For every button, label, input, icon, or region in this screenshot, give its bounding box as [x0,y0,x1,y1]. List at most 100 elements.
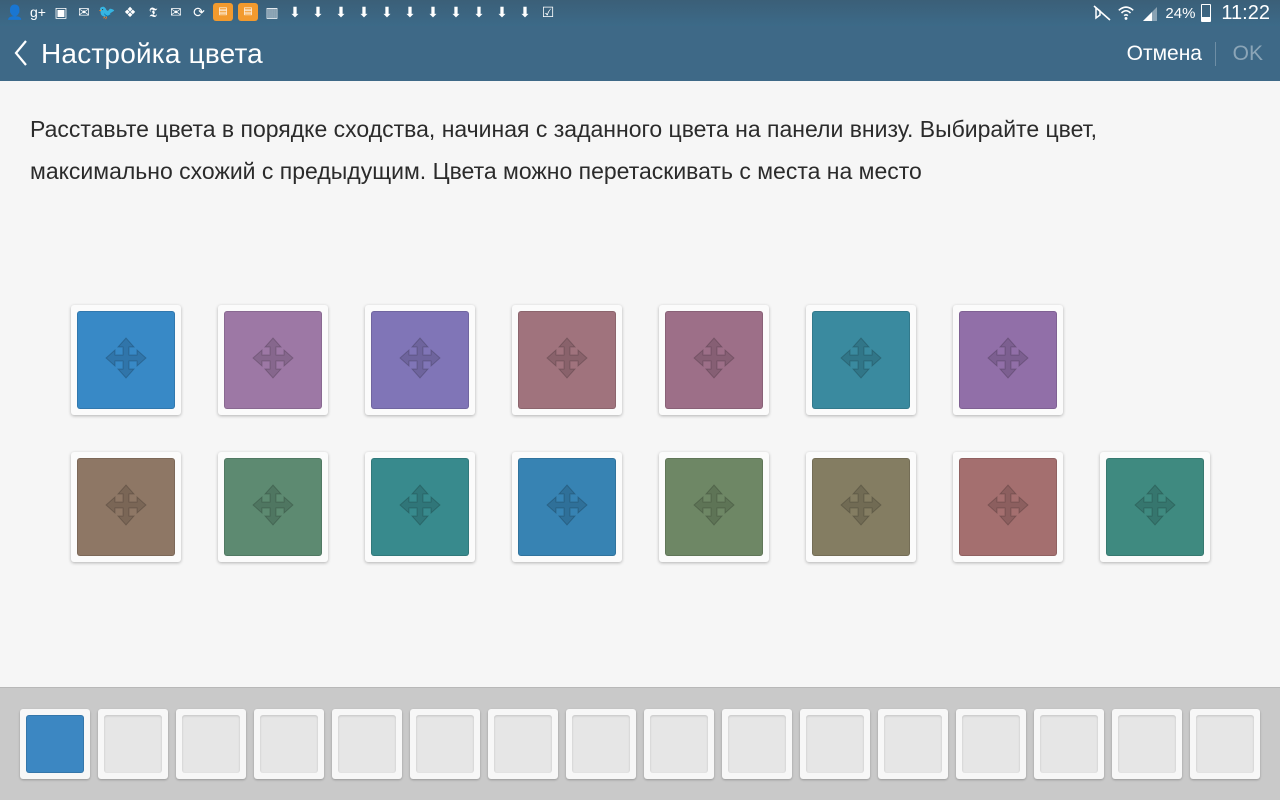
cancel-button[interactable]: Отмена [1127,26,1202,81]
action-divider [1215,42,1216,66]
page-title: Настройка цвета [41,38,263,69]
color-tile[interactable] [512,452,622,562]
download-icon: ⬇ [427,4,439,20]
color-swatch [77,311,175,409]
download-icon: ⬇ [496,4,508,20]
color-tile[interactable] [1100,452,1210,562]
answer-slot-empty[interactable] [956,709,1026,779]
google-plus-icon: g+ [30,4,46,20]
move-icon [545,483,589,532]
answer-slot-empty[interactable] [644,709,714,779]
answer-slot-empty[interactable] [800,709,870,779]
slot-swatch [1040,715,1098,773]
sim-card-icon: ▥ [265,4,279,20]
color-tile[interactable] [365,305,475,415]
slot-swatch [494,715,552,773]
slot-swatch [338,715,396,773]
move-icon [398,483,442,532]
sync-icon: ⟳ [193,4,205,20]
notification-icons: 👤 g+ ▣ ✉ 🐦 ❖ 𝕿 ✉ ⟳ ▤ ▤ ▥ ⬇ ⬇ ⬇ ⬇ ⬇ ⬇ ⬇ ⬇ ⬇ ⬇ ⬇ ☑ [6,3,557,21]
app-tile-icon: ▤ [213,3,233,21]
color-swatch [959,311,1057,409]
slot-swatch [728,715,786,773]
slot-swatch [1196,715,1254,773]
color-swatch [371,458,469,556]
answer-slot-empty[interactable] [1112,709,1182,779]
move-icon [839,483,883,532]
download-icon: ⬇ [450,4,462,20]
download-icon: ⬇ [404,4,416,20]
answer-slot-empty[interactable] [488,709,558,779]
answer-slot-empty[interactable] [722,709,792,779]
status-bar: 👤 g+ ▣ ✉ 🐦 ❖ 𝕿 ✉ ⟳ ▤ ▤ ▥ ⬇ ⬇ ⬇ ⬇ ⬇ ⬇ ⬇ ⬇ ⬇ ⬇ ⬇ ☑ 24% 11:22 [0,0,1280,26]
download-icon: ⬇ [519,4,531,20]
instruction-text: Расставьте цвета в порядке сходства, нач… [30,116,1098,184]
answer-slot-empty[interactable] [332,709,402,779]
download-icon: ⬇ [289,4,301,20]
answer-slot-empty[interactable] [1034,709,1104,779]
dropbox-icon: ❖ [123,4,137,20]
slot-swatch [884,715,942,773]
answer-slot-empty[interactable] [410,709,480,779]
wifi-icon [1117,4,1135,22]
slot-swatch [416,715,474,773]
color-arrangement-screen: 👤 g+ ▣ ✉ 🐦 ❖ 𝕿 ✉ ⟳ ▤ ▤ ▥ ⬇ ⬇ ⬇ ⬇ ⬇ ⬇ ⬇ ⬇ ⬇ ⬇ ⬇ ☑ 24% 11:22 Наст… [0,0,1280,800]
color-tile[interactable] [71,452,181,562]
slot-swatch [806,715,864,773]
battery-percent: 24% [1165,4,1196,22]
slot-swatch [572,715,630,773]
answer-slot-empty[interactable] [176,709,246,779]
move-icon [104,336,148,385]
color-tile[interactable] [218,452,328,562]
answer-slot-empty[interactable] [1190,709,1260,779]
move-icon [104,483,148,532]
color-swatch [959,458,1057,556]
slot-swatch [1118,715,1176,773]
color-tile[interactable] [806,452,916,562]
back-button[interactable] [6,35,36,71]
answer-slot-empty[interactable] [98,709,168,779]
color-swatch [665,311,763,409]
color-tile[interactable] [71,305,181,415]
answer-slot-empty[interactable] [566,709,636,779]
answer-slot-empty[interactable] [254,709,324,779]
nytimes-icon: 𝕿 [148,4,158,20]
color-swatch [224,458,322,556]
color-swatch [224,311,322,409]
color-tile[interactable] [218,305,328,415]
clock: 11:22 [1221,1,1270,24]
color-swatch [371,311,469,409]
download-icon: ⬇ [358,4,370,20]
move-icon [986,483,1030,532]
chevron-left-icon [14,40,27,66]
app-tile-icon: ▤ [238,3,258,21]
color-tile[interactable] [512,305,622,415]
move-icon [251,336,295,385]
color-tile[interactable] [953,452,1063,562]
system-status: 24% 11:22 [1093,0,1270,26]
move-icon [1133,483,1177,532]
contacts-icon: 👤 [6,4,24,20]
color-swatch [518,311,616,409]
color-swatch [812,458,910,556]
move-icon [692,483,736,532]
color-tile[interactable] [659,305,769,415]
move-icon [986,336,1030,385]
image-icon: ▣ [54,4,68,20]
move-icon [545,336,589,385]
color-tile[interactable] [365,452,475,562]
answer-slot-filled[interactable] [20,709,90,779]
slot-swatch [650,715,708,773]
color-tile[interactable] [806,305,916,415]
slot-swatch [962,715,1020,773]
mute-icon [1093,4,1111,22]
color-tile[interactable] [659,452,769,562]
calendar-check-icon: ☑ [541,4,555,20]
ok-button[interactable]: OK [1233,26,1263,81]
color-tile[interactable] [953,305,1063,415]
move-icon [692,336,736,385]
email-icon: ✉ [78,4,90,20]
slot-swatch [182,715,240,773]
answer-panel [0,687,1280,800]
answer-slot-empty[interactable] [878,709,948,779]
